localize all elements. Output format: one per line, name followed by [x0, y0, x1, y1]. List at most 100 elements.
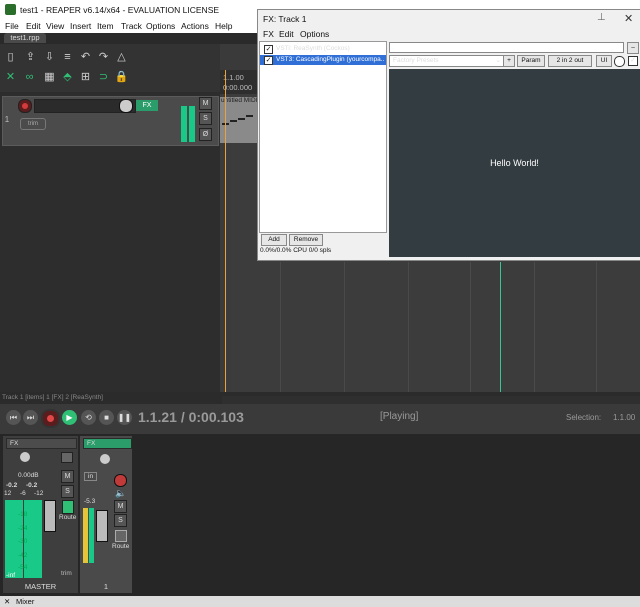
ui-button[interactable]: UI [596, 55, 612, 67]
repeat-icon[interactable]: ⟲ [81, 410, 96, 425]
track1-record-arm[interactable] [114, 474, 127, 487]
fx-chain-item-label: VST3: CascadingPlugin (yourcompa... [276, 56, 384, 63]
fx-menu-bar: FX Edit Options [258, 28, 640, 40]
menu-edit[interactable]: Edit [26, 21, 41, 31]
io-pins-button[interactable]: 2 in 2 out [548, 55, 592, 67]
meter-scale-minus30: -30 [18, 538, 28, 545]
menu-actions[interactable]: Actions [181, 21, 209, 31]
master-solo-button[interactable]: S [61, 485, 74, 498]
save-project-icon[interactable]: ⇩ [42, 50, 57, 64]
fx-menu-fx[interactable]: FX [263, 29, 274, 39]
menu-item[interactable]: Item [97, 21, 114, 31]
play-icon[interactable]: ▶ [62, 410, 77, 425]
track1-meter-left [83, 508, 88, 563]
grid-line [344, 262, 345, 392]
ripple-edit-icon[interactable]: ✕ [3, 70, 18, 84]
pause-icon[interactable]: ❚❚ [117, 410, 132, 425]
stop-icon[interactable]: ■ [99, 410, 114, 425]
metronome-icon[interactable]: △ [114, 50, 129, 64]
redo-icon[interactable]: ↷ [96, 50, 111, 64]
grid-line [470, 262, 471, 392]
menu-track[interactable]: Track [121, 21, 142, 31]
fx-chain-item[interactable]: ✓ VSTi: ReaSynth (Cockos) [260, 44, 386, 54]
project-tab[interactable]: test1.rpp [4, 33, 46, 43]
open-project-icon[interactable]: ⇪ [23, 50, 38, 64]
play-state: [Playing] [380, 411, 419, 422]
master-mono-button[interactable] [61, 452, 73, 463]
track1-fx-slot[interactable]: FX [83, 438, 132, 449]
timeline-ruler[interactable]: 1.1.00 0:00.000 [220, 70, 260, 94]
master-mute-button[interactable]: M [61, 470, 74, 483]
item-grouping-icon[interactable]: ∞ [22, 70, 37, 84]
fx-menu-edit[interactable]: Edit [279, 29, 294, 39]
fx-enable-checkbox[interactable]: ✓ [264, 56, 273, 65]
new-project-icon[interactable]: ▯ [3, 50, 18, 64]
menu-file[interactable]: File [5, 21, 19, 31]
track-mute-button[interactable]: M [199, 97, 212, 110]
master-fx-bypass-icon[interactable] [62, 500, 74, 514]
fx-menu-options[interactable]: Options [300, 29, 329, 39]
fx-options-button[interactable]: – [627, 42, 639, 54]
speaker-icon: 🔈 [115, 488, 127, 498]
snap-icon[interactable]: ▦ [42, 70, 57, 84]
go-to-start-icon[interactable]: ⏮ [6, 410, 21, 425]
remove-fx-button[interactable]: Remove [289, 234, 323, 246]
add-fx-button[interactable]: Add [261, 234, 287, 246]
mixer-dock-tab[interactable]: ✕ Mixer [0, 596, 640, 607]
close-icon[interactable]: ✕ [624, 12, 633, 25]
close-dock-icon[interactable]: ✕ [4, 597, 10, 606]
track1-route-button[interactable]: Route [112, 543, 129, 550]
fx-name-field[interactable] [389, 42, 624, 53]
selection-value[interactable]: 1.1.00 [613, 413, 635, 422]
track1-input-button[interactable]: in [84, 472, 98, 481]
preset-dropdown[interactable]: Factory Presets ⌄ [389, 55, 504, 67]
master-fx-label: FX [10, 440, 19, 447]
param-button[interactable]: Param [517, 55, 545, 67]
menu-view[interactable]: View [46, 21, 64, 31]
go-to-end-icon[interactable]: ⏭ [23, 410, 38, 425]
bypass-checkbox[interactable]: ✓ [628, 56, 638, 66]
menu-insert[interactable]: Insert [70, 21, 91, 31]
track1-fx-bypass-icon[interactable] [115, 530, 127, 542]
main-toolbar: ▯ ⇪ ⇩ ≡ ↶ ↷ △ ✕ ∞ ▦ ⬘ ⊞ ⊃ 🔒 [0, 44, 220, 92]
master-route-button[interactable]: Route [59, 514, 76, 521]
track1-db-readout: -5.3 [84, 498, 96, 505]
fx-chain-item-label: VSTi: ReaSynth (Cockos) [276, 45, 350, 52]
undo-icon[interactable]: ↶ [78, 50, 93, 64]
track1-solo-button[interactable]: S [114, 514, 127, 527]
track-phase-button[interactable]: Ø [199, 128, 212, 141]
grid-icon[interactable]: ⊞ [78, 70, 93, 84]
horizontal-scrollbar[interactable] [222, 396, 640, 404]
master-fader[interactable] [44, 500, 56, 532]
master-pan-knob[interactable] [20, 452, 30, 462]
volume-knob[interactable] [119, 99, 133, 113]
track1-pan-knob[interactable] [100, 454, 110, 464]
menu-options[interactable]: Options [146, 21, 175, 31]
master-fx-slot[interactable]: FX [6, 438, 77, 449]
grid-line [596, 262, 597, 392]
plugin-hello-text: Hello World! [490, 158, 539, 168]
fx-chain-item-selected[interactable]: ✓ VST3: CascadingPlugin (yourcompa... [260, 55, 386, 65]
add-preset-button[interactable]: + [503, 55, 515, 67]
loop-icon[interactable]: ⊃ [96, 70, 111, 84]
wet-knob[interactable] [614, 56, 625, 67]
envelope-follow-icon[interactable]: ⬘ [60, 70, 75, 84]
project-settings-icon[interactable]: ≡ [60, 50, 75, 64]
meter-scale-minus54: -54 [18, 564, 28, 571]
track1-strip-name: 1 [103, 582, 109, 591]
envelope-button[interactable]: trim [20, 118, 46, 130]
fx-enable-checkbox[interactable]: ✓ [264, 45, 273, 54]
lock-icon[interactable]: 🔒 [114, 70, 129, 84]
track-meter-right [189, 106, 195, 142]
pin-icon[interactable]: ⊥ [597, 12, 606, 23]
track1-mute-button[interactable]: M [114, 500, 127, 513]
record-icon[interactable] [41, 409, 60, 428]
menu-help[interactable]: Help [215, 21, 232, 31]
ruler-beat-label: 1.1.00 [223, 73, 244, 82]
record-arm-button[interactable] [18, 99, 32, 113]
track-fx-button[interactable]: FX [136, 100, 158, 111]
track-solo-button[interactable]: S [199, 112, 212, 125]
scale-label-minus6: -6 [20, 490, 26, 497]
fx-chain-list[interactable]: ✓ VSTi: ReaSynth (Cockos) ✓ VST3: Cascad… [259, 41, 387, 233]
track1-fader[interactable] [96, 510, 108, 542]
